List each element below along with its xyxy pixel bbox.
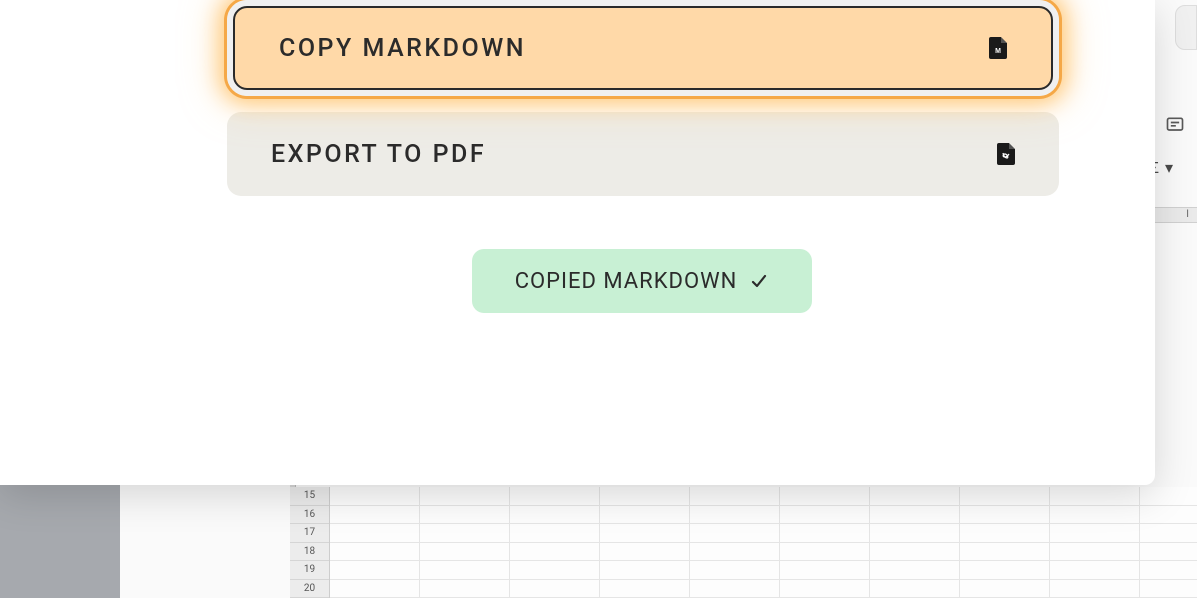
grid-cells[interactable] (330, 487, 1197, 598)
comment-icon[interactable] (1165, 115, 1185, 135)
row-headers: 15 16 17 18 19 20 (290, 487, 330, 598)
row-header[interactable]: 15 (290, 487, 329, 506)
check-icon (749, 271, 769, 291)
export-pdf-button[interactable]: EXPORT TO PDF (227, 112, 1059, 196)
copied-toast: COPIED MARKDOWN (472, 249, 812, 313)
row-header[interactable]: 19 (290, 561, 329, 580)
row-header[interactable]: 17 (290, 524, 329, 543)
svg-text:M: M (995, 48, 1001, 55)
copy-markdown-highlight-wrap: COPY MARKDOWN M (227, 0, 1059, 96)
export-modal: COPY MARKDOWN M EXPORT TO PDF (0, 0, 1155, 485)
copy-markdown-button[interactable]: COPY MARKDOWN M (233, 6, 1053, 90)
toolbar-icons (1165, 115, 1185, 135)
toast-label: COPIED MARKDOWN (515, 269, 738, 294)
row-header[interactable]: 16 (290, 506, 329, 525)
dropdown-caret: ▾ (1165, 158, 1179, 177)
row-header[interactable]: 20 (290, 580, 329, 598)
row-header[interactable]: 18 (290, 543, 329, 562)
pdf-file-icon (997, 143, 1015, 165)
side-panel-toggle[interactable] (1175, 5, 1197, 50)
copy-markdown-label: COPY MARKDOWN (279, 34, 526, 63)
export-options: COPY MARKDOWN M EXPORT TO PDF (227, 0, 1059, 196)
markdown-file-icon: M (989, 37, 1007, 59)
column-label: I (1186, 209, 1189, 220)
export-pdf-label: EXPORT TO PDF (271, 140, 486, 169)
